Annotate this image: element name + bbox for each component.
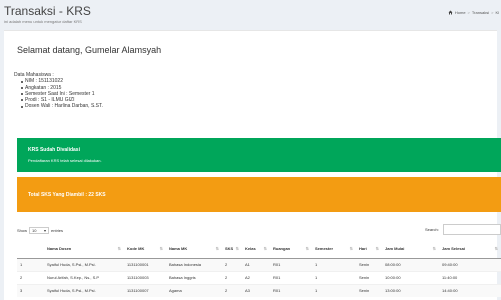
home-icon	[448, 10, 453, 15]
table-row: 3 Syaiful Huda, S.Psi., M.Psi. 113110000…	[17, 283, 501, 297]
student-info: Data Mahasiswa : NIM : 151131022 Angkata…	[14, 72, 103, 110]
breadcrumb-separator: >	[467, 10, 470, 15]
table-cell: A3	[242, 283, 270, 297]
table-cell: 2	[222, 257, 242, 271]
column-header[interactable]	[17, 239, 44, 259]
sort-icon: ⇅	[235, 246, 239, 251]
page-title: Transaksi - KRS	[4, 4, 91, 18]
table-cell: 2	[17, 270, 44, 284]
sort-icon: ⇅	[349, 246, 353, 251]
breadcrumb-separator: >	[491, 10, 494, 15]
column-header[interactable]: SKS ⇅	[222, 239, 242, 259]
sort-icon: ⇅	[432, 246, 436, 251]
table-cell: A1	[242, 257, 270, 271]
show-label: Show	[17, 228, 28, 233]
column-header[interactable]: Hari ⇅	[356, 239, 382, 259]
table-cell: R01	[270, 257, 312, 271]
column-header[interactable]: Nama MK ⇅	[166, 239, 222, 259]
alert-title: Total SKS Yang Diambil : 22 SKS	[28, 192, 106, 198]
column-header[interactable]: Jam Mulai ⇅	[382, 239, 439, 259]
table-cell: R01	[270, 283, 312, 297]
student-info-list: NIM : 151131022 Angkatan : 2015 Semester…	[21, 78, 103, 109]
chevron-down-icon: ▾	[44, 228, 47, 233]
table-cell: 1	[312, 257, 356, 271]
table-cell: 1131100001	[124, 257, 166, 271]
table-cell: 2	[222, 270, 242, 284]
table-cell: 1131100003	[124, 270, 166, 284]
table-cell: 10:00:00	[382, 270, 439, 284]
table-cell: 1	[312, 270, 356, 284]
column-header[interactable]: Kode MK ⇅	[124, 239, 166, 259]
length-control: Show 10 ▾ entries	[17, 227, 63, 234]
breadcrumb-transaksi[interactable]: Transaksi	[472, 10, 489, 15]
table-cell: Syaiful Huda, S.Psi., M.Psi.	[44, 283, 124, 297]
table-cell: Syaiful Huda, S.Psi., M.Psi.	[44, 257, 124, 271]
table-cell: Nurul Arifah, S.Kep., Ns., S.P	[44, 270, 124, 284]
alert-text: Pendaftaran KRS telah selesai dilakukan.	[28, 158, 102, 163]
krs-table: Nama Dosen ⇅ Kode MK ⇅ Nama MK ⇅ SKS ⇅ Kelas…	[17, 239, 501, 297]
table-row: 2 Nurul Arifah, S.Kep., Ns., S.P 1131100…	[17, 270, 501, 284]
table-cell: 2	[222, 283, 242, 297]
student-dosen-wali: Dosen Wali : Harlina Darban, S.ST.	[21, 103, 103, 109]
table-cell: 13:00:00	[382, 283, 439, 297]
table-cell: 1	[17, 257, 44, 271]
sort-icon: ⇅	[215, 246, 219, 251]
table-cell: 14:40:00	[439, 283, 501, 297]
column-header[interactable]: Semester ⇅	[312, 239, 356, 259]
column-header[interactable]: Nama Dosen ⇅	[44, 239, 124, 259]
total-sks-alert: Total SKS Yang Diambil : 22 SKS	[17, 177, 501, 212]
table-cell: 1	[312, 283, 356, 297]
length-value: 10	[32, 228, 37, 233]
sort-icon: ⇅	[117, 246, 121, 251]
table-cell: 08:00:00	[382, 257, 439, 271]
page-subtitle: ini adalah menu untuk mengatur daftar KR…	[4, 19, 82, 24]
table-cell: 11:40:00	[439, 270, 501, 284]
entries-label: entries	[51, 228, 64, 233]
table-cell: 09:40:00	[439, 257, 501, 271]
datatable-controls: Show 10 ▾ entries Search:	[17, 224, 501, 236]
table-cell: A2	[242, 270, 270, 284]
column-header[interactable]: Jam Selesai ⇅	[439, 239, 501, 259]
krs-validated-alert: KRS Sudah Divalidasi Pendaftaran KRS tel…	[17, 138, 501, 172]
content-header: Transaksi - KRS ini adalah menu untuk me…	[0, 0, 501, 30]
search-input[interactable]	[443, 224, 501, 235]
sort-icon: ⇅	[494, 246, 498, 251]
welcome-title: Selamat datang, Gumelar Alamsyah	[17, 45, 162, 55]
table-cell: Senin	[356, 270, 382, 284]
table-cell: Bahasa Inggris	[166, 270, 222, 284]
breadcrumb-home[interactable]: Home	[455, 10, 466, 15]
alert-title: KRS Sudah Divalidasi	[28, 147, 80, 153]
column-header[interactable]: Ruangan ⇅	[270, 239, 312, 259]
sort-icon: ⇅	[375, 246, 379, 251]
table-cell: Senin	[356, 283, 382, 297]
entries-length-select[interactable]: 10 ▾	[29, 227, 50, 234]
table-row: 1 Syaiful Huda, S.Psi., M.Psi. 113110000…	[17, 257, 501, 271]
sort-icon: ⇅	[305, 246, 309, 251]
table-cell: 3	[17, 283, 44, 297]
table-header-row: Nama Dosen ⇅ Kode MK ⇅ Nama MK ⇅ SKS ⇅ Kelas…	[17, 239, 501, 259]
table-cell: Bahasa Indonesia	[166, 257, 222, 271]
breadcrumb: Home > Transaksi > Kl	[448, 10, 499, 15]
breadcrumb-krs: Kl	[495, 10, 499, 15]
table-cell: Senin	[356, 257, 382, 271]
column-header[interactable]: Kelas ⇅	[242, 239, 270, 259]
sort-icon: ⇅	[263, 246, 267, 251]
search-label: Search:	[425, 227, 439, 232]
table-cell: R01	[270, 270, 312, 284]
table-cell: 1131100007	[124, 283, 166, 297]
sort-icon: ⇅	[159, 246, 163, 251]
table-cell: Agama	[166, 283, 222, 297]
